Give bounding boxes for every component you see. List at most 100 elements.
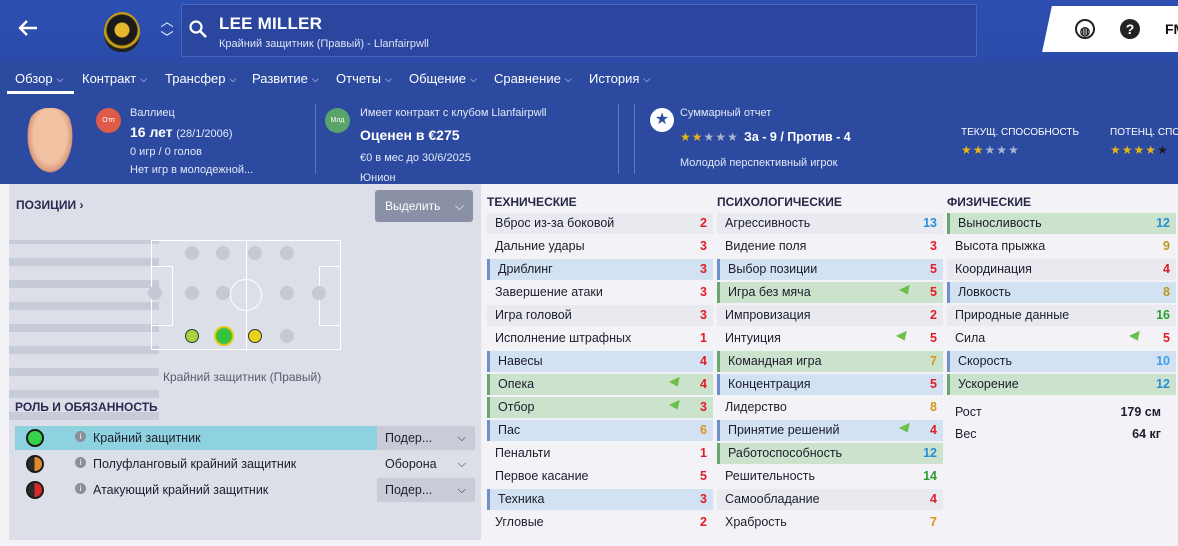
attribute-row[interactable]: Первое касание 5 [487,466,713,487]
attribute-row[interactable]: Выносливость 12 [947,213,1176,234]
duty-dropdown[interactable]: Подер... ⌵ [377,478,475,502]
attribute-row[interactable]: Интуиция 5 [717,328,943,349]
contract-status[interactable]: Имеет контракт с клубом Llanfairpwll [360,107,546,119]
chevron-down-icon: ⌵ [457,432,466,444]
role-row[interactable]: i Крайний защитник Подер... ⌵ [15,426,475,450]
highlight-dropdown[interactable]: Выделить ⌵ [375,190,473,222]
tab-label: Развитие [252,71,308,86]
attribute-row[interactable]: Координация 4 [947,259,1176,280]
attribute-row[interactable]: Храбрость 7 [717,512,943,533]
attribute-row[interactable]: Вброс из-за боковой 2 [487,213,713,234]
attribute-row[interactable]: Исполнение штрафных 1 [487,328,713,349]
player-avatar[interactable] [24,108,76,178]
search-icon[interactable] [188,19,208,39]
attribute-row[interactable]: Лидерство 8 [717,397,943,418]
attribute-row[interactable]: Ловкость 8 [947,282,1176,303]
tab-label: Контракт [82,71,137,86]
report-title[interactable]: Суммарный отчет [680,107,771,119]
tab-history[interactable]: История ⌵ [589,71,650,86]
chevron-down-icon: ⌵ [229,74,237,84]
chevron-down-icon: ⌵ [140,74,148,84]
attribute-row[interactable]: Отбор 3 [487,397,713,418]
attribute-row[interactable]: Опека 4 [487,374,713,395]
attribute-row[interactable]: Завершение атаки 3 [487,282,713,303]
tab-transfer[interactable]: Трансфер ⌵ [165,71,236,86]
position-dot[interactable] [185,286,199,300]
position-dot[interactable] [280,246,294,260]
preferred-attribute-icon [898,422,914,436]
position-dot-centre-back[interactable] [248,329,262,343]
position-dot[interactable] [216,246,230,260]
nationality[interactable]: Валлиец [130,107,175,119]
previous-next-player[interactable]: ︿ ﹀ [160,14,174,46]
attribute-row[interactable]: Агрессивность 13 [717,213,943,234]
position-dot-left-back[interactable] [185,329,199,343]
positions-title[interactable]: ПОЗИЦИИ › [16,198,83,212]
fm-logo[interactable]: FM [1165,21,1178,37]
tab-development[interactable]: Развитие ⌵ [252,71,319,86]
attribute-row[interactable]: Решительность 14 [717,466,943,487]
player-search-box[interactable]: LEE MILLER Крайний защитник (Правый) - L… [181,4,977,57]
position-dot[interactable] [280,286,294,300]
attribute-row[interactable]: Импровизация 2 [717,305,943,326]
info-icon[interactable]: i [75,431,86,442]
attribute-row[interactable]: Принятие решений 4 [717,420,943,441]
role-row[interactable]: i Полуфланговый крайний защитник Оборона… [15,452,475,476]
attribute-row[interactable]: Командная игра 7 [717,351,943,372]
info-icon[interactable]: i [75,483,86,494]
position-dot-right-back-natural[interactable] [214,326,234,346]
attribute-name: Лидерство [725,400,787,414]
attribute-row[interactable]: Работоспособность 12 [717,443,943,464]
attribute-value: 10 [1156,354,1170,368]
globe-icon[interactable]: ◍ [1075,19,1095,39]
attribute-row[interactable]: Техника 3 [487,489,713,510]
position-dot[interactable] [280,329,294,343]
attribute-name: Скорость [958,354,1012,368]
attribute-row[interactable]: Ускорение 12 [947,374,1176,395]
attribute-row[interactable]: Высота прыжка 9 [947,236,1176,257]
tab-contract[interactable]: Контракт ⌵ [82,71,147,86]
position-dot[interactable] [216,286,230,300]
tab-reports[interactable]: Отчеты ⌵ [336,71,392,86]
attribute-value: 4 [930,423,937,437]
attribute-row[interactable]: Самообладание 4 [717,489,943,510]
role-color-icon [26,481,44,499]
attribute-row[interactable]: Дальние удары 3 [487,236,713,257]
attribute-row[interactable]: Сила 5 [947,328,1176,349]
attribute-row[interactable]: Дриблинг 3 [487,259,713,280]
position-dot[interactable] [185,246,199,260]
attribute-row[interactable]: Игра без мяча 5 [717,282,943,303]
chevron-down-icon[interactable]: ﹀ [160,30,174,46]
attribute-row[interactable]: Природные данные 16 [947,305,1176,326]
tab-interaction[interactable]: Общение ⌵ [409,71,477,86]
attribute-value: 7 [930,515,937,529]
attribute-row[interactable]: Видение поля 3 [717,236,943,257]
attribute-row[interactable]: Игра головой 3 [487,305,713,326]
attribute-row[interactable]: Угловые 2 [487,512,713,533]
back-arrow-icon[interactable] [14,16,42,44]
info-icon[interactable]: i [75,457,86,468]
attribute-row[interactable]: Пенальти 1 [487,443,713,464]
preferred-attribute-icon [668,399,684,413]
attribute-row[interactable]: Скорость 10 [947,351,1176,372]
attribute-name: Ловкость [958,285,1011,299]
attribute-row[interactable]: Пас 6 [487,420,713,441]
wage-info: €0 в мес до 30/6/2025 [360,152,471,164]
role-row[interactable]: i Атакующий крайний защитник Подер... ⌵ [15,478,475,502]
attribute-row[interactable]: Навесы 4 [487,351,713,372]
chevron-down-icon: ⌵ [457,484,466,496]
duty-dropdown[interactable]: Оборона ⌵ [377,452,475,476]
position-dot[interactable] [248,246,262,260]
attribute-value: 13 [923,216,937,230]
duty-dropdown[interactable]: Подер... ⌵ [377,426,475,450]
help-icon[interactable]: ? [1120,19,1140,39]
position-dot[interactable] [312,286,326,300]
attribute-row[interactable]: Выбор позиции 5 [717,259,943,280]
chevron-down-icon: ⌵ [56,74,64,84]
chevron-up-icon[interactable]: ︿ [160,14,174,30]
position-dot[interactable] [148,286,162,300]
tab-overview[interactable]: Обзор ⌵ [15,71,63,86]
club-crest-icon[interactable] [104,12,140,52]
tab-comparison[interactable]: Сравнение ⌵ [494,71,572,86]
attribute-row[interactable]: Концентрация 5 [717,374,943,395]
